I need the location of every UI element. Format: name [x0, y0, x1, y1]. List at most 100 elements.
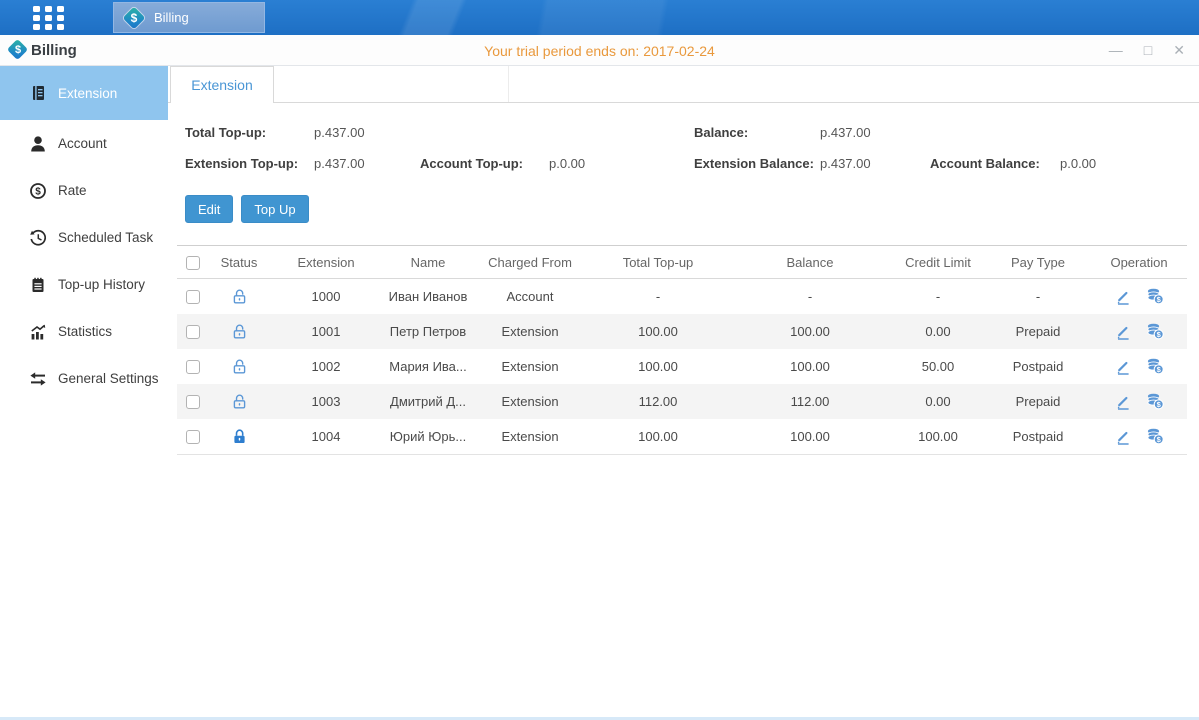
- taskbar-billing-tab[interactable]: $ Billing: [113, 2, 265, 33]
- lock-closed-icon: [231, 428, 248, 443]
- balance-label: Balance:: [694, 125, 820, 140]
- sidebar-item-extension[interactable]: Extension: [0, 66, 168, 120]
- row-checkbox[interactable]: [186, 430, 200, 444]
- lock-open-icon: [231, 393, 248, 408]
- edit-button[interactable]: Edit: [185, 195, 233, 223]
- top-up-button[interactable]: Top Up: [241, 195, 308, 223]
- window-title: Billing: [31, 42, 77, 59]
- table-row: 1000Иван ИвановAccount----$: [177, 279, 1187, 315]
- svg-text:$: $: [35, 186, 41, 197]
- sidebar-item-statistics[interactable]: Statistics: [0, 308, 168, 355]
- billing-title-icon: $: [8, 40, 28, 60]
- edit-row-icon[interactable]: [1115, 429, 1131, 445]
- sidebar-item-scheduled-task[interactable]: Scheduled Task: [0, 214, 168, 261]
- cell-extension: 1001: [269, 314, 383, 349]
- sidebar-item-topup-history[interactable]: Top-up History: [0, 261, 168, 308]
- sidebar-item-rate[interactable]: $ Rate: [0, 167, 168, 214]
- sidebar-item-account[interactable]: Account: [0, 120, 168, 167]
- account-balance-label: Account Balance:: [930, 156, 1060, 171]
- cell-credit-limit: -: [891, 279, 985, 315]
- sidebar-item-label: Statistics: [58, 324, 112, 339]
- notepad-icon: [29, 276, 47, 294]
- top-up-row-icon[interactable]: $: [1146, 428, 1164, 445]
- person-icon: [29, 135, 47, 153]
- edit-row-icon[interactable]: [1115, 359, 1131, 375]
- tab-extension[interactable]: Extension: [170, 66, 274, 103]
- main-content: Extension Total Top-up: p.437.00 Balance…: [168, 66, 1199, 720]
- edit-row-icon[interactable]: [1115, 394, 1131, 410]
- col-operation: Operation: [1091, 246, 1187, 279]
- table-row: 1001Петр ПетровExtension100.00100.000.00…: [177, 314, 1187, 349]
- row-checkbox[interactable]: [186, 360, 200, 374]
- cell-charged-from: Account: [473, 279, 587, 315]
- desktop-topbar: $ Billing !: [0, 0, 1199, 35]
- col-balance: Balance: [729, 246, 891, 279]
- row-checkbox[interactable]: [186, 290, 200, 304]
- sidebar-item-label: Top-up History: [58, 277, 145, 292]
- cell-pay-type: Prepaid: [985, 314, 1091, 349]
- lock-open-icon: [231, 323, 248, 338]
- edit-row-icon[interactable]: [1115, 289, 1131, 305]
- cell-total-topup: 100.00: [587, 419, 729, 455]
- col-charged-from: Charged From: [473, 246, 587, 279]
- top-up-row-icon[interactable]: $: [1146, 358, 1164, 375]
- cell-balance: 100.00: [729, 419, 891, 455]
- table-header-row: Status Extension Name Charged From Total…: [177, 246, 1187, 279]
- cell-credit-limit: 0.00: [891, 384, 985, 419]
- extension-topup-value: p.437.00: [314, 156, 420, 171]
- balance-value: p.437.00: [820, 125, 930, 140]
- top-up-row-icon[interactable]: $: [1146, 288, 1164, 305]
- cell-total-topup: 100.00: [587, 314, 729, 349]
- sidebar-item-label: Extension: [58, 86, 117, 101]
- window-controls: — □ ✕: [1109, 41, 1185, 59]
- top-up-row-icon[interactable]: $: [1146, 323, 1164, 340]
- sidebar-item-general-settings[interactable]: General Settings: [0, 355, 168, 402]
- app-window: $ Billing !: [0, 0, 1199, 720]
- cell-charged-from: Extension: [473, 349, 587, 384]
- cell-total-topup: -: [587, 279, 729, 315]
- close-icon[interactable]: ✕: [1173, 41, 1185, 59]
- top-up-row-icon[interactable]: $: [1146, 393, 1164, 410]
- sidebar: Extension Account $ Rate Scheduled Task …: [0, 66, 168, 720]
- trial-notice: Your trial period ends on: 2017-02-24: [0, 43, 1199, 59]
- sidebar-item-label: Scheduled Task: [58, 230, 153, 245]
- col-status: Status: [209, 246, 269, 279]
- balance-summary: Total Top-up: p.437.00 Balance: p.437.00…: [185, 117, 1199, 179]
- extension-topup-label: Extension Top-up:: [185, 156, 314, 171]
- edit-row-icon[interactable]: [1115, 324, 1131, 340]
- cell-pay-type: Postpaid: [985, 419, 1091, 455]
- cell-balance: 112.00: [729, 384, 891, 419]
- cell-extension: 1000: [269, 279, 383, 315]
- sidebar-item-label: General Settings: [58, 371, 159, 386]
- cell-charged-from: Extension: [473, 384, 587, 419]
- sidebar-item-label: Account: [58, 136, 107, 151]
- cell-name: Мария Ива...: [383, 349, 473, 384]
- row-checkbox[interactable]: [186, 395, 200, 409]
- minimize-icon[interactable]: —: [1109, 41, 1123, 59]
- cell-charged-from: Extension: [473, 419, 587, 455]
- taskbar-tab-label: Billing: [154, 10, 189, 25]
- cell-extension: 1002: [269, 349, 383, 384]
- cell-pay-type: Postpaid: [985, 349, 1091, 384]
- app-grid-icon[interactable]: [33, 6, 73, 30]
- table-row: 1002Мария Ива...Extension100.00100.0050.…: [177, 349, 1187, 384]
- sidebar-item-label: Rate: [58, 183, 87, 198]
- cell-balance: -: [729, 279, 891, 315]
- window-titlebar: $ Billing Your trial period ends on: 201…: [0, 35, 1199, 66]
- transfer-arrows-icon: [29, 370, 47, 388]
- clock-icon: [29, 229, 47, 247]
- cell-pay-type: Prepaid: [985, 384, 1091, 419]
- col-total-topup: Total Top-up: [587, 246, 729, 279]
- cell-pay-type: -: [985, 279, 1091, 315]
- select-all-checkbox[interactable]: [186, 256, 200, 270]
- tab-strip: Extension: [168, 66, 1199, 103]
- cell-balance: 100.00: [729, 349, 891, 384]
- cell-charged-from: Extension: [473, 314, 587, 349]
- row-checkbox[interactable]: [186, 325, 200, 339]
- extension-balance-label: Extension Balance:: [694, 156, 820, 171]
- ledger-icon: [29, 84, 47, 102]
- maximize-icon[interactable]: □: [1144, 41, 1152, 59]
- cell-total-topup: 112.00: [587, 384, 729, 419]
- table-row: 1004Юрий Юрь...Extension100.00100.00100.…: [177, 419, 1187, 455]
- extension-balance-value: p.437.00: [820, 156, 930, 171]
